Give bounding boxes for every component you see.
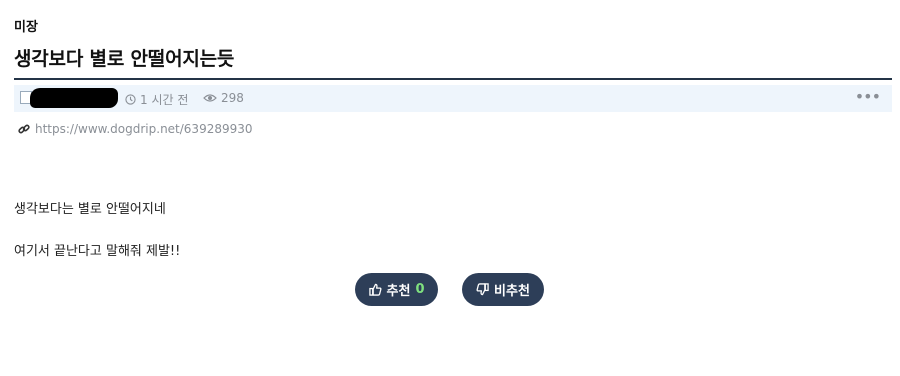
upvote-count: 0 [415,282,425,297]
link-icon [18,123,30,135]
source-url[interactable]: https://www.dogdrip.net/639289930 [35,122,253,136]
clock-icon [125,94,136,105]
author-name-redacted[interactable] [30,88,118,108]
thumbs-up-icon [368,283,382,296]
post-time: 1 시간 전 [125,91,188,108]
source-link[interactable]: https://www.dogdrip.net/639289930 [18,122,253,136]
post-page: 미장 생각보다 별로 안떨어지는듯 1 시간 전 298 ••• https:/… [0,0,900,376]
upvote-button[interactable]: 추천 0 [355,273,438,306]
category-link[interactable]: 미장 [14,16,38,35]
downvote-label: 비추천 [494,284,530,299]
post-body-line: 여기서 끝난다고 말해줘 제발!! [14,244,181,259]
view-count: 298 [221,91,244,105]
post-meta-bar: 1 시간 전 298 ••• [14,85,892,112]
downvote-button[interactable]: 비추천 [462,273,544,306]
post-views: 298 [203,91,244,105]
post-title: 생각보다 별로 안떨어지는듯 [14,48,235,70]
more-options-button[interactable]: ••• [855,87,881,106]
eye-icon [203,93,217,103]
upvote-label: 추천 [386,284,411,299]
post-body-line: 생각보다는 별로 안떨어지네 [14,202,166,217]
thumbs-down-icon [476,283,489,296]
title-divider [14,78,892,80]
post-time-text: 1 시간 전 [140,93,189,107]
